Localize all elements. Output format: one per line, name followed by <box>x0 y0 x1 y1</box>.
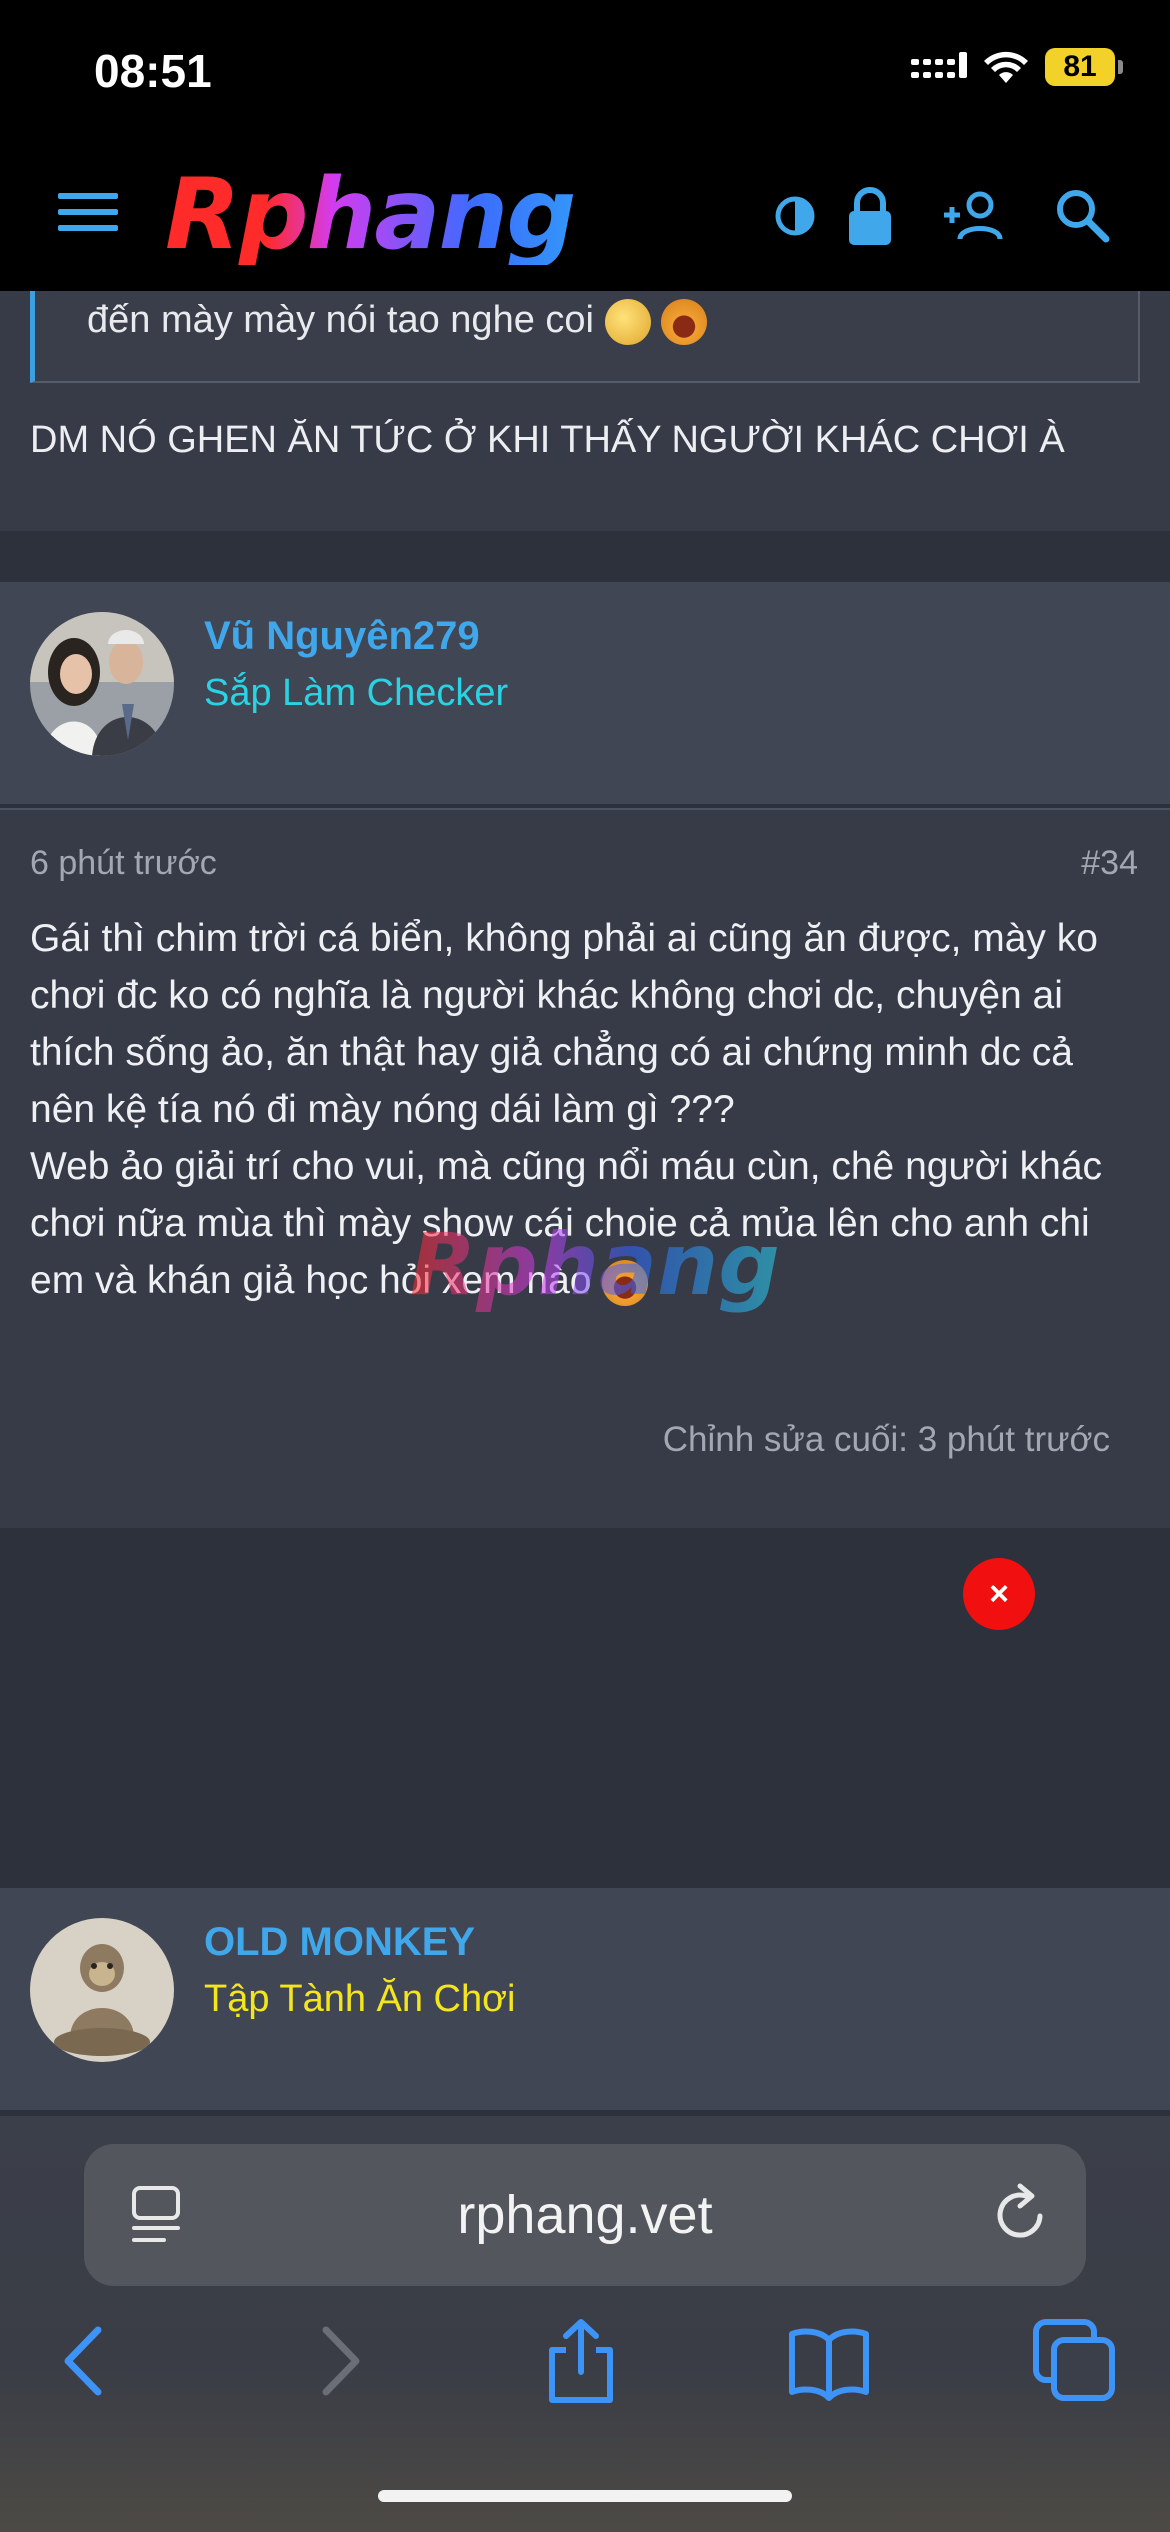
post-timestamp[interactable]: 6 phút trước <box>30 844 217 883</box>
add-user-icon[interactable] <box>940 181 1010 251</box>
reload-icon[interactable] <box>990 2182 1054 2248</box>
address-bar[interactable]: rphang.vet <box>84 2144 1086 2286</box>
tabs-icon[interactable] <box>1030 2316 1120 2406</box>
author-name-link[interactable]: Vũ Nguyên279 <box>204 614 480 659</box>
post-body: 6 phút trước #34 Gái thì chim trời cá bi… <box>0 808 1170 1528</box>
forward-icon[interactable] <box>292 2316 382 2406</box>
avatar[interactable] <box>30 612 174 756</box>
quote-text-content: đến mày mày nói tao nghe coi <box>87 299 594 342</box>
lock-icon[interactable] <box>835 181 905 251</box>
post-author-card: OLD MONKEY Tập Tành Ăn Chơi <box>0 1888 1170 2110</box>
share-icon[interactable] <box>536 2316 626 2406</box>
site-header: Rphang <box>0 145 1170 291</box>
last-edited-note: Chỉnh sửa cuối: 3 phút trước <box>662 1420 1110 1459</box>
quote-block: đến mày mày nói tao nghe coi <box>30 291 1140 383</box>
url-text[interactable]: rphang.vet <box>84 2184 1086 2246</box>
laughing-emoji-icon <box>661 299 708 345</box>
signal-icon <box>911 52 967 78</box>
quote-text: đến mày mày nói tao nghe coi <box>87 299 708 345</box>
watermark-logo: Rphang <box>410 1215 780 1315</box>
author-title: Sắp Làm Checker <box>204 672 509 714</box>
wifi-icon <box>984 51 1028 83</box>
previous-post-body: đến mày mày nói tao nghe coi DM NÓ GHEN … <box>0 291 1170 531</box>
post-paragraph: Gái thì chim trời cá biển, không phải ai… <box>30 917 1098 1131</box>
browser-toolbar: rphang.vet <box>0 2116 1170 2532</box>
home-indicator <box>378 2490 792 2502</box>
status-time: 08:51 <box>94 45 212 97</box>
menu-icon[interactable] <box>58 193 118 239</box>
post-author-card: Vũ Nguyên279 Sắp Làm Checker <box>0 582 1170 804</box>
avatar[interactable] <box>30 1918 174 2062</box>
author-name-link[interactable]: OLD MONKEY <box>204 1920 475 1965</box>
status-bar: 08:51 81 <box>0 0 1170 145</box>
status-icons: 81 <box>911 48 1123 86</box>
bookmarks-icon[interactable] <box>784 2316 874 2406</box>
thinking-emoji-icon <box>604 299 651 345</box>
back-icon[interactable] <box>42 2316 132 2406</box>
previous-post-text: DM NÓ GHEN ĂN TỨC Ở KHI THẤY NGƯỜI KHÁC … <box>30 419 1065 461</box>
site-logo[interactable]: Rphang <box>165 165 725 265</box>
post-number-link[interactable]: #34 <box>1081 844 1138 883</box>
search-icon[interactable] <box>1048 181 1118 251</box>
author-title: Tập Tành Ăn Chơi <box>204 1978 516 2020</box>
theme-toggle-icon[interactable] <box>760 181 830 251</box>
battery-indicator: 81 <box>1045 48 1123 86</box>
close-ad-button[interactable]: × <box>963 1558 1035 1630</box>
